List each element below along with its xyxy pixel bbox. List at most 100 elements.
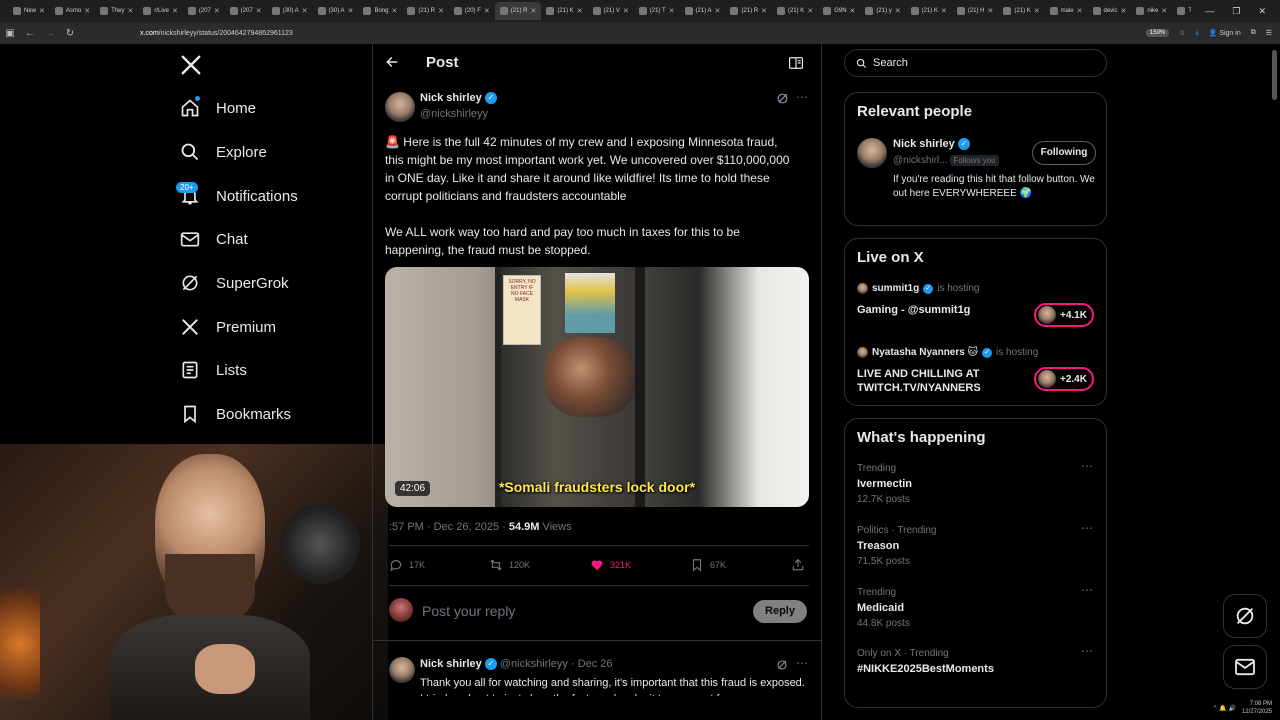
browser-tab[interactable]: New ✕ xyxy=(8,2,50,20)
browser-tab[interactable]: (21) K ✕ xyxy=(541,2,587,20)
signin-button[interactable]: 👤 Sign in xyxy=(1209,29,1241,37)
search-input[interactable]: Search xyxy=(873,57,908,69)
browser-tab[interactable]: male ✕ xyxy=(1045,2,1088,20)
browser-tab[interactable]: (21) y ✕ xyxy=(860,2,905,20)
sidebar-toggle-icon[interactable]: ▣ xyxy=(0,28,20,39)
browser-tab[interactable]: (207 ✕ xyxy=(225,2,267,20)
tab-close-icon[interactable]: ✕ xyxy=(577,7,583,15)
back-button[interactable] xyxy=(385,55,399,74)
tab-close-icon[interactable]: ✕ xyxy=(761,7,767,15)
trend-more-icon[interactable]: ⋯ xyxy=(1081,459,1094,473)
tab-close-icon[interactable]: ✕ xyxy=(256,7,262,15)
tab-close-icon[interactable]: ✕ xyxy=(1121,7,1127,15)
browser-tab[interactable]: (21) V ✕ xyxy=(588,2,634,20)
bookmark-action[interactable]: 67K xyxy=(690,558,726,572)
reply-button[interactable]: Reply xyxy=(753,600,807,623)
tab-close-icon[interactable]: ✕ xyxy=(1034,7,1040,15)
tab-close-icon[interactable]: ✕ xyxy=(84,7,90,15)
tab-close-icon[interactable]: ✕ xyxy=(127,7,133,15)
browser-tab[interactable]: (20) F ✕ xyxy=(449,2,495,20)
tab-close-icon[interactable]: ✕ xyxy=(669,7,675,15)
reply-grok-button[interactable] xyxy=(776,658,788,676)
tab-close-icon[interactable]: ✕ xyxy=(988,7,994,15)
browser-tab[interactable]: r/Live ✕ xyxy=(138,2,183,20)
tab-close-icon[interactable]: ✕ xyxy=(1161,7,1167,15)
tab-close-icon[interactable]: ✕ xyxy=(715,7,721,15)
maximize-icon[interactable]: ❐ xyxy=(1232,6,1240,17)
browser-tab[interactable]: (30) A ✕ xyxy=(267,2,313,20)
reload-icon[interactable]: ↻ xyxy=(60,28,80,39)
like-action[interactable]: 321K xyxy=(590,558,631,572)
more-options-icon[interactable]: ⋯ xyxy=(796,90,808,104)
tab-close-icon[interactable]: ✕ xyxy=(302,7,308,15)
browser-tab[interactable]: devic ✕ xyxy=(1088,2,1132,20)
minimize-icon[interactable]: — xyxy=(1205,6,1214,16)
grok-button[interactable] xyxy=(776,92,789,110)
browser-tab[interactable]: (21) T ✕ xyxy=(634,2,680,20)
tab-close-icon[interactable]: ✕ xyxy=(391,7,397,15)
sidebar-item-home[interactable]: Home xyxy=(180,93,256,123)
browser-tab[interactable]: (21) K ✕ xyxy=(998,2,1044,20)
post-video[interactable]: SORRY, NO ENTRY IF NO FACE MASK 42:06 *S… xyxy=(385,267,809,507)
url-field[interactable]: x.com/nickshirleyy/status/20046427948629… xyxy=(140,30,293,37)
reply-input[interactable]: Post your reply xyxy=(422,603,515,619)
live-stream-title[interactable]: Gaming - @summit1g xyxy=(857,303,1017,317)
live-listener-pill[interactable]: +2.4K xyxy=(1034,367,1094,391)
trend-more-icon[interactable]: ⋯ xyxy=(1081,644,1094,658)
browser-tab[interactable]: Bong ✕ xyxy=(358,2,402,20)
live-host-row[interactable]: summit1g ✓ is hosting xyxy=(857,283,979,294)
sidebar-item-lists[interactable]: Lists xyxy=(180,355,247,385)
sidebar-item-bookmarks[interactable]: Bookmarks xyxy=(180,399,291,429)
browser-tab[interactable]: (21) R ✕ xyxy=(494,2,542,20)
forward-icon[interactable]: → xyxy=(40,28,60,39)
reply-author-avatar[interactable] xyxy=(389,657,415,683)
tab-close-icon[interactable]: ✕ xyxy=(623,7,629,15)
grok-float-button[interactable] xyxy=(1223,594,1267,638)
trend-more-icon[interactable]: ⋯ xyxy=(1081,583,1094,597)
browser-tab[interactable]: Asmo ✕ xyxy=(50,2,95,20)
search-box[interactable]: Search xyxy=(844,49,1107,77)
zoom-indicator[interactable]: 150% xyxy=(1145,29,1170,37)
browser-tab[interactable]: They ✕ xyxy=(95,2,138,20)
tab-close-icon[interactable]: ✕ xyxy=(941,7,947,15)
x-logo[interactable] xyxy=(180,54,202,81)
live-stream-title[interactable]: LIVE AND CHILLING AT TWITCH.TV/NYANNERS xyxy=(857,367,1017,395)
tab-close-icon[interactable]: ✕ xyxy=(807,7,813,15)
messages-float-button[interactable] xyxy=(1223,645,1267,689)
browser-menu-icon[interactable]: ☰ xyxy=(1266,29,1272,37)
reply-author-row[interactable]: Nick shirley ✓ @nickshirleyy · Dec 26 xyxy=(420,658,613,671)
tab-close-icon[interactable]: ✕ xyxy=(39,7,45,15)
following-button[interactable]: Following xyxy=(1032,141,1096,165)
browser-tab[interactable]: (21) H ✕ xyxy=(952,2,999,20)
tab-close-icon[interactable]: ✕ xyxy=(1077,7,1083,15)
tab-close-icon[interactable]: ✕ xyxy=(172,7,178,15)
browser-tab[interactable]: G9N ✕ xyxy=(818,2,860,20)
sidebar-item-notifications[interactable]: Notifications xyxy=(180,181,298,211)
live-host-row[interactable]: Nyatasha Nyanners 🐱 ✓ is hosting xyxy=(857,347,1038,358)
tab-close-icon[interactable]: ✕ xyxy=(850,7,856,15)
sidebar-item-chat[interactable]: Chat xyxy=(180,224,248,254)
tab-close-icon[interactable]: ✕ xyxy=(348,7,354,15)
browser-tab[interactable]: (207 ✕ xyxy=(183,2,225,20)
reply-action[interactable]: 17K xyxy=(389,558,425,572)
browser-tab[interactable]: (21) R ✕ xyxy=(402,2,449,20)
repost-action[interactable]: 120K xyxy=(489,558,530,572)
share-action[interactable] xyxy=(791,558,805,572)
browser-tab[interactable]: (21) K ✕ xyxy=(772,2,818,20)
reply-more-options-icon[interactable]: ⋯ xyxy=(796,656,808,670)
author-name-row[interactable]: Nick shirley ✓ xyxy=(420,92,497,105)
author-handle[interactable]: @nickshirleyy xyxy=(420,108,488,120)
favorite-star-icon[interactable]: ☆ xyxy=(1179,29,1185,37)
tab-close-icon[interactable]: ✕ xyxy=(214,7,220,15)
download-icon[interactable]: ⤓ xyxy=(1196,29,1199,37)
browser-tab[interactable]: (21) A ✕ xyxy=(680,2,726,20)
reader-mode-button[interactable] xyxy=(789,56,803,74)
browser-tab[interactable]: (21) K ✕ xyxy=(906,2,952,20)
tab-close-icon[interactable]: ✕ xyxy=(484,7,490,15)
close-window-icon[interactable]: ✕ xyxy=(1258,6,1266,17)
browser-tab[interactable]: nike ✕ xyxy=(1131,2,1172,20)
sidebar-item-explore[interactable]: Explore xyxy=(180,137,267,167)
trend-more-icon[interactable]: ⋯ xyxy=(1081,521,1094,535)
author-avatar[interactable] xyxy=(385,92,415,122)
back-icon[interactable]: ← xyxy=(20,28,40,39)
